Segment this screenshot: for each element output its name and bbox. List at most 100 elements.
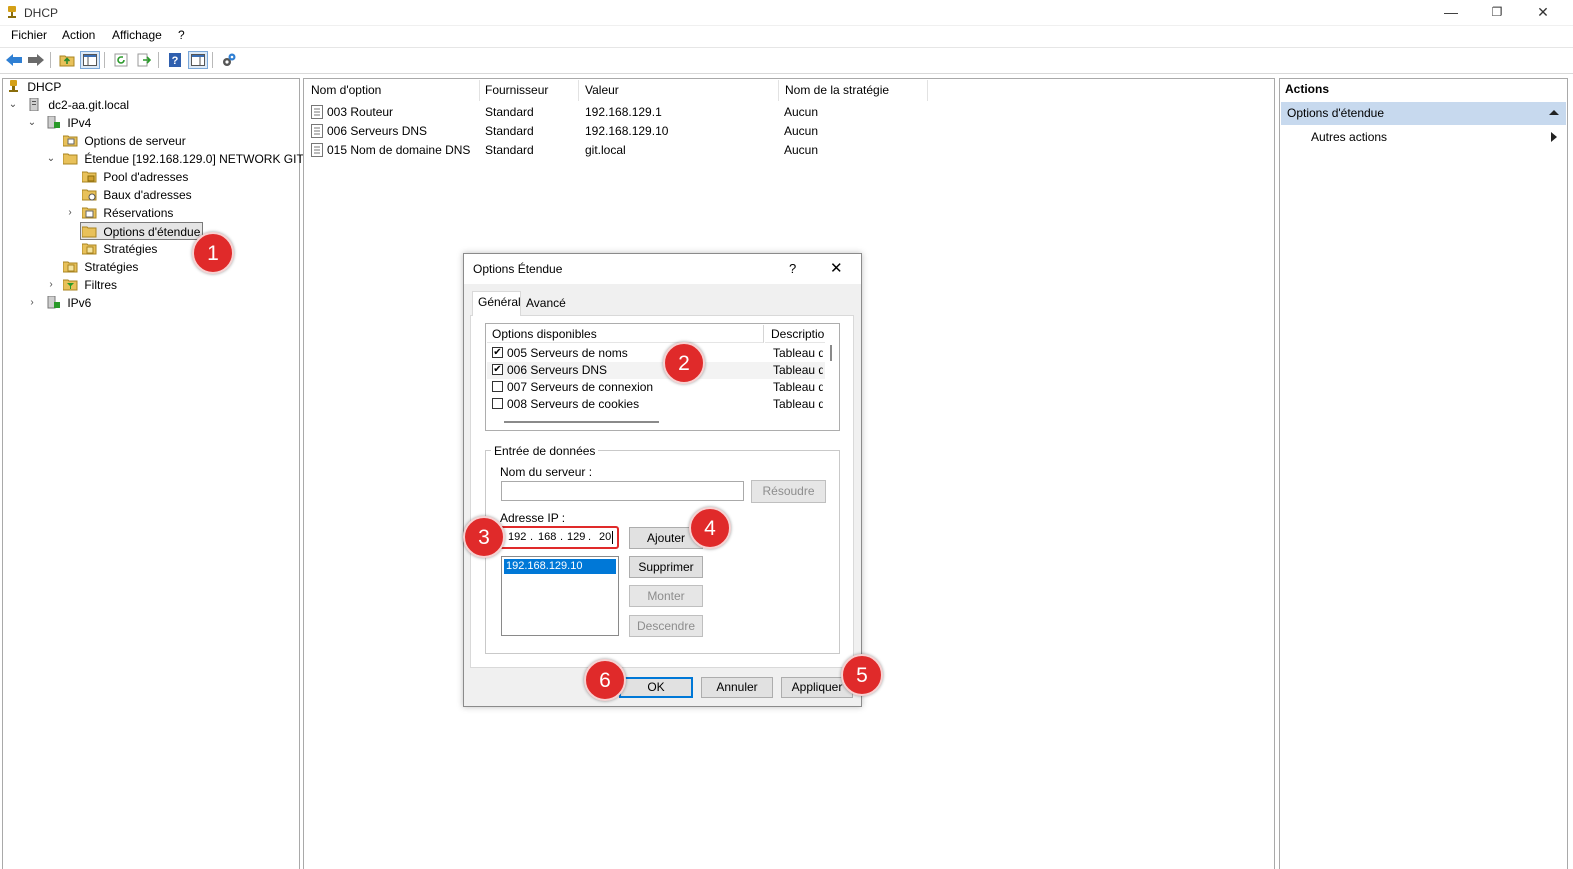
column-separator[interactable] bbox=[778, 80, 779, 101]
menu-affichage[interactable]: Affichage bbox=[112, 28, 162, 42]
value-cell: 192.168.129.10 bbox=[585, 124, 669, 138]
chevron-right-icon[interactable]: › bbox=[46, 280, 56, 290]
tab-advanced[interactable]: Avancé bbox=[522, 294, 570, 315]
tree-item-ipv4[interactable]: IPv4 bbox=[46, 114, 91, 132]
column-header-value[interactable]: Valeur bbox=[585, 83, 619, 101]
option-checkbox[interactable]: ✔ bbox=[492, 347, 503, 358]
restore-button[interactable]: ❐ bbox=[1474, 0, 1520, 24]
option-row[interactable]: ✔ 005 Serveurs de noms Tableau de bbox=[487, 345, 825, 362]
chevron-down-icon[interactable]: ⌄ bbox=[27, 118, 37, 128]
option-label: 005 Serveurs de noms bbox=[507, 346, 628, 360]
tree-item-filters[interactable]: Filtres bbox=[62, 276, 118, 294]
close-button[interactable]: ✕ bbox=[1520, 0, 1566, 24]
option-checkbox[interactable] bbox=[492, 381, 503, 392]
back-icon[interactable] bbox=[4, 51, 24, 69]
minimize-button[interactable]: — bbox=[1428, 0, 1474, 24]
list-row[interactable]: 006 Serveurs DNS Standard 192.168.129.10… bbox=[309, 122, 929, 140]
remove-button[interactable]: Supprimer bbox=[629, 556, 703, 578]
dialog-help-button[interactable]: ? bbox=[789, 261, 796, 276]
more-actions-item[interactable]: Autres actions bbox=[1311, 130, 1387, 144]
tree-item-server-options[interactable]: Options de serveur bbox=[62, 132, 186, 150]
option-icon bbox=[311, 105, 323, 119]
list-row[interactable]: 015 Nom de domaine DNS Standard git.loca… bbox=[309, 141, 929, 159]
chevron-right-icon[interactable]: › bbox=[65, 208, 75, 218]
toolbar-separator bbox=[104, 52, 105, 68]
dhcp-app-icon bbox=[8, 6, 16, 18]
option-row[interactable]: ✔ 006 Serveurs DNS Tableau de bbox=[487, 362, 825, 379]
ip-address-list[interactable]: 192.168.129.10 bbox=[501, 556, 619, 636]
option-description: Tableau de bbox=[773, 397, 823, 411]
options-folder-icon bbox=[62, 135, 78, 147]
options-horizontal-scrollbar[interactable] bbox=[504, 421, 659, 423]
chevron-down-icon[interactable]: ⌄ bbox=[8, 100, 18, 110]
tree-item-server[interactable]: dc2-aa.git.local bbox=[27, 96, 129, 114]
column-header-vendor[interactable]: Fournisseur bbox=[485, 83, 548, 101]
refresh-icon[interactable] bbox=[111, 51, 131, 69]
tree-item-policies[interactable]: Stratégies bbox=[62, 258, 138, 276]
vendor-cell: Standard bbox=[485, 124, 534, 138]
tree-item-scope[interactable]: Étendue [192.168.129.0] NETWORK GIT bbox=[62, 150, 304, 168]
option-checkbox[interactable]: ✔ bbox=[492, 364, 503, 375]
filter-folder-icon bbox=[62, 279, 78, 291]
cancel-button[interactable]: Annuler bbox=[701, 677, 773, 698]
server-name-input[interactable] bbox=[501, 481, 744, 501]
column-separator[interactable] bbox=[927, 80, 928, 101]
column-header-description[interactable]: Descriptior bbox=[765, 325, 825, 343]
tree-item-address-pool[interactable]: Pool d'adresses bbox=[81, 168, 188, 186]
scrollbar-thumb[interactable] bbox=[830, 345, 832, 361]
show-tree-icon[interactable] bbox=[80, 51, 100, 69]
menu-help[interactable]: ? bbox=[178, 28, 185, 42]
tree-item-reservations[interactable]: Réservations bbox=[81, 204, 173, 222]
svg-text:?: ? bbox=[172, 55, 179, 67]
callout-badge-4: 4 bbox=[689, 507, 731, 549]
tree-item-dhcp[interactable]: DHCP bbox=[6, 78, 61, 96]
export-icon[interactable] bbox=[134, 51, 154, 69]
ip-list-item[interactable]: 192.168.129.10 bbox=[504, 559, 616, 574]
menu-fichier[interactable]: Fichier bbox=[11, 28, 47, 42]
chevron-right-icon[interactable]: › bbox=[27, 298, 37, 308]
option-label: 008 Serveurs de cookies bbox=[507, 397, 640, 411]
properties-icon[interactable] bbox=[188, 51, 208, 69]
chevron-down-icon[interactable]: ⌄ bbox=[46, 154, 56, 164]
menu-bar bbox=[0, 26, 1573, 46]
resolve-button[interactable]: Résoudre bbox=[751, 480, 826, 503]
tree-label-filters: Filtres bbox=[84, 278, 118, 292]
option-row[interactable]: 007 Serveurs de connexion Tableau de bbox=[487, 379, 825, 396]
option-description: Tableau de bbox=[773, 380, 823, 394]
dialog-close-button[interactable]: ✕ bbox=[830, 259, 843, 277]
option-checkbox[interactable] bbox=[492, 398, 503, 409]
column-header-policy[interactable]: Nom de la stratégie bbox=[785, 83, 889, 101]
dhcp-config-icon[interactable] bbox=[219, 51, 239, 69]
help-icon[interactable]: ? bbox=[165, 51, 185, 69]
option-row[interactable]: 008 Serveurs de cookies Tableau de bbox=[487, 396, 825, 413]
toolbar-separator bbox=[50, 52, 51, 68]
menu-action[interactable]: Action bbox=[62, 28, 95, 42]
collapse-up-icon[interactable] bbox=[1549, 109, 1559, 116]
ok-button[interactable]: OK bbox=[619, 677, 693, 698]
column-separator[interactable] bbox=[479, 80, 480, 101]
move-up-button[interactable]: Monter bbox=[629, 585, 703, 607]
option-label: 007 Serveurs de connexion bbox=[507, 380, 654, 394]
policies-folder-icon bbox=[62, 261, 78, 273]
column-header-available-options[interactable]: Options disponibles bbox=[487, 325, 764, 343]
folder-up-icon[interactable] bbox=[57, 51, 77, 69]
tree-label-scope-options: Options d'étendue bbox=[103, 225, 201, 239]
option-icon bbox=[311, 124, 323, 138]
tree-item-ipv6[interactable]: IPv6 bbox=[46, 294, 91, 312]
folder-open-icon bbox=[62, 153, 78, 165]
callout-badge-3: 3 bbox=[463, 516, 505, 558]
tree-label-scope: Étendue [192.168.129.0] NETWORK GIT bbox=[84, 152, 304, 166]
actions-section-label: Options d'étendue bbox=[1287, 106, 1385, 120]
column-header-option-name[interactable]: Nom d'option bbox=[311, 83, 381, 101]
list-row[interactable]: 003 Routeur Standard 192.168.129.1 Aucun bbox=[309, 103, 929, 121]
forward-icon[interactable] bbox=[26, 51, 46, 69]
tab-general[interactable]: Général bbox=[472, 291, 521, 316]
column-separator[interactable] bbox=[578, 80, 579, 101]
option-label: 006 Serveurs DNS bbox=[507, 363, 608, 377]
options-vertical-scrollbar[interactable] bbox=[826, 325, 838, 429]
tree-item-scope-options[interactable]: Options d'étendue bbox=[80, 222, 204, 240]
tree-item-address-leases[interactable]: Baux d'adresses bbox=[81, 186, 192, 204]
move-down-button[interactable]: Descendre bbox=[629, 615, 703, 637]
tree-item-scope-policies[interactable]: Stratégies bbox=[81, 240, 157, 258]
tree-label-ipv6: IPv6 bbox=[67, 296, 92, 310]
